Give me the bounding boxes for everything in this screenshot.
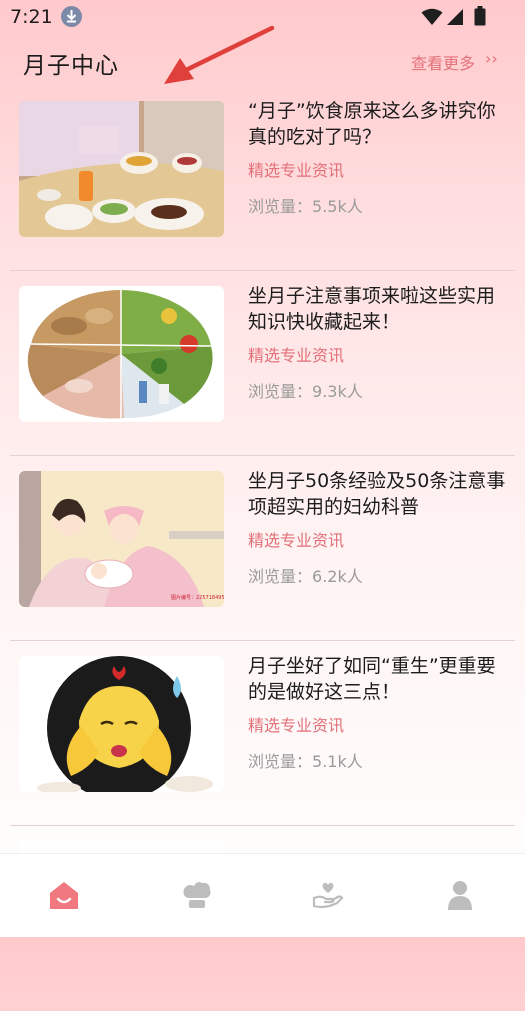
views-count: 9.3k人 (312, 382, 363, 401)
article-4-views: 浏览量：5.1k人 (248, 748, 363, 772)
views-label: 浏览量： (248, 567, 313, 586)
nav-diet[interactable] (180, 878, 214, 912)
chef-hat-icon (183, 882, 211, 908)
annotation-arrow-icon (164, 25, 275, 84)
article-1-tag: 精选专业资讯 (248, 161, 345, 180)
profile-icon (448, 881, 472, 910)
article-card-3[interactable]: 图片编号：2257184953 坐月子50条经验及50条注意事项超实用的妇幼科普… (10, 456, 515, 641)
views-label: 浏览量： (248, 382, 313, 401)
signal-icon (447, 9, 463, 25)
views-label: 浏览量： (248, 752, 313, 771)
article-4-title: 月子坐好了如同“重生”更重要的是做好这三点！ (248, 655, 496, 703)
article-2-title: 坐月子注意事项来啦这些实用知识快收藏起来！ (248, 285, 496, 333)
article-2-views: 浏览量：9.3k人 (248, 378, 363, 402)
article-card-2[interactable]: 坐月子注意事项来啦这些实用知识快收藏起来！ 精选专业资讯 浏览量：9.3k人 (10, 271, 515, 456)
nav-home[interactable] (47, 878, 81, 912)
article-3-title: 坐月子50条经验及50条注意事项超实用的妇幼科普 (248, 470, 506, 518)
care-hand-icon (312, 882, 344, 909)
views-label: 浏览量： (248, 197, 313, 216)
views-count: 5.1k人 (312, 752, 363, 771)
article-1-views: 浏览量：5.5k人 (248, 193, 363, 217)
status-time: 7:21 (10, 6, 53, 28)
view-more-link[interactable]: 查看更多 (411, 50, 475, 74)
article-4-thumbnail (19, 656, 224, 792)
article-card-4[interactable]: 月子坐好了如同“重生”更重要的是做好这三点！ 精选专业资讯 浏览量：5.1k人 (10, 641, 515, 826)
nav-profile[interactable] (443, 878, 477, 912)
article-2-tag: 精选专业资讯 (248, 346, 345, 365)
svg-text:图片编号：2257184953: 图片编号：2257184953 (171, 594, 224, 601)
article-1-title: “月子”饮食原来这么多讲究你真的吃对了吗？ (248, 100, 496, 148)
views-count: 5.5k人 (312, 197, 363, 216)
nav-care[interactable] (311, 878, 345, 912)
article-3-tag: 精选专业资讯 (248, 531, 345, 550)
article-card-1[interactable]: “月子”饮食原来这么多讲究你真的吃对了吗？ 精选专业资讯 浏览量：5.5k人 (10, 86, 515, 271)
battery-icon (474, 6, 486, 26)
article-2-thumbnail (19, 286, 224, 422)
home-icon (50, 882, 78, 909)
page-title: 月子中心 (23, 53, 119, 79)
views-count: 6.2k人 (312, 567, 363, 586)
article-3-views: 浏览量：6.2k人 (248, 563, 363, 587)
download-icon (61, 6, 82, 27)
article-3-thumbnail: 图片编号：2257184953 (19, 471, 224, 607)
article-4-tag: 精选专业资讯 (248, 716, 345, 735)
wifi-icon (421, 8, 443, 25)
bottom-nav (0, 853, 525, 937)
chevron-right-icon[interactable]: ›› (485, 49, 498, 68)
article-1-thumbnail (19, 101, 224, 237)
